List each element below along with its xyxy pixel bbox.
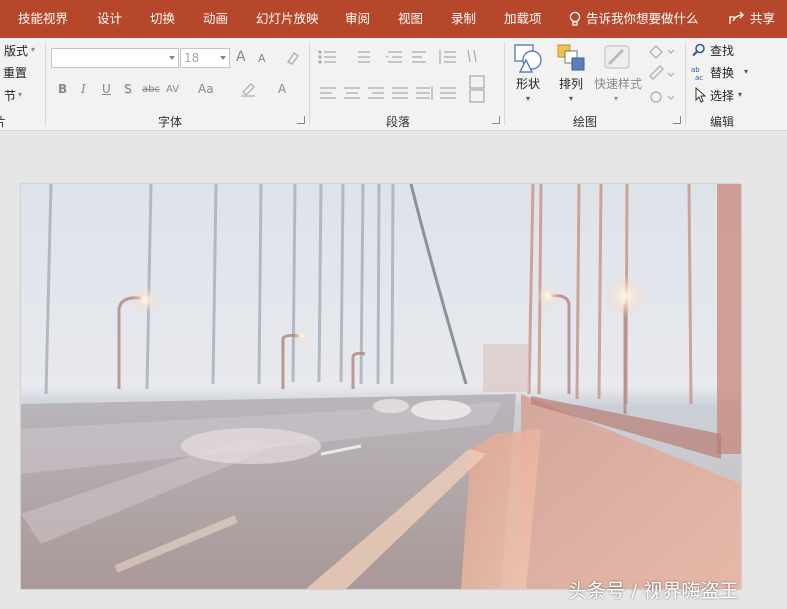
- bold-button[interactable]: B: [58, 82, 67, 96]
- tab-transitions[interactable]: 切换: [150, 11, 175, 27]
- ribbon-tab-bar: 技能视界 设计 切换 动画 幻灯片放映 审阅 视图 录制 加载项 告诉我你想要做…: [0, 0, 787, 38]
- chevron-down-icon: ▾: [738, 90, 743, 99]
- chevron-down-icon: [169, 56, 175, 60]
- tab-record[interactable]: 录制: [451, 11, 476, 27]
- replace-icon: ab ac: [691, 66, 703, 81]
- find-icon: [692, 43, 705, 57]
- shapes-icon: [514, 44, 542, 73]
- drawing-dialog-launcher[interactable]: [673, 116, 681, 124]
- font-size-value: 18: [184, 51, 200, 65]
- drawing-group-label: 绘图: [573, 115, 598, 129]
- chevron-down-icon: ▾: [18, 90, 23, 99]
- paragraph-tools-icon[interactable]: [318, 48, 498, 108]
- find-button[interactable]: 查找: [710, 44, 734, 58]
- tab-animations[interactable]: 动画: [203, 11, 228, 27]
- font-group-label: 字体: [158, 115, 183, 129]
- bridge-photo-image: [21, 184, 741, 589]
- chevron-down-icon: ▾: [744, 67, 749, 76]
- shapes-label: 形状: [516, 77, 541, 91]
- tab-addins[interactable]: 加载项: [504, 11, 542, 27]
- svg-text:ac: ac: [695, 74, 703, 81]
- quick-styles-label: 快速样式: [594, 77, 643, 91]
- share-icon: [729, 11, 744, 24]
- char-spacing-button[interactable]: AV: [166, 83, 179, 97]
- watermark-text: 头条号 / 视界嗨盗王: [568, 580, 739, 602]
- chevron-down-icon: ▾: [569, 94, 574, 103]
- group-divider: [504, 42, 505, 126]
- grow-font-icon[interactable]: A: [236, 50, 246, 64]
- svg-text:ab: ab: [691, 66, 700, 74]
- layout-button[interactable]: 版式: [4, 44, 28, 58]
- select-icon: [695, 87, 706, 103]
- tab-review[interactable]: 审阅: [345, 11, 370, 27]
- tell-me-text: 告诉我你想要做什么: [586, 11, 699, 26]
- font-dialog-launcher[interactable]: [297, 116, 305, 124]
- select-button[interactable]: 选择: [710, 89, 734, 103]
- slide-canvas[interactable]: [21, 184, 741, 589]
- font-name-combo[interactable]: [51, 48, 179, 68]
- underline-button[interactable]: U: [102, 82, 111, 96]
- shape-fill-outline-effects-icon[interactable]: [646, 42, 680, 104]
- font-color-button[interactable]: A: [278, 82, 286, 96]
- tab-design[interactable]: 设计: [97, 11, 122, 27]
- ribbon: 版式 ▾ 重置 节 ▾ 片 18 A A B I U S abc AV Aa A…: [0, 38, 787, 131]
- tab-view[interactable]: 视图: [398, 11, 423, 27]
- italic-button[interactable]: I: [81, 82, 86, 96]
- highlight-icon[interactable]: [239, 81, 261, 97]
- chevron-down-icon: [220, 56, 226, 60]
- quick-styles-icon: [604, 45, 630, 69]
- strikethrough-button[interactable]: abc: [142, 83, 160, 97]
- arrange-label: 排列: [559, 77, 584, 91]
- group-divider: [45, 42, 46, 126]
- reset-button[interactable]: 重置: [3, 66, 27, 80]
- chevron-down-icon: ▾: [31, 45, 36, 54]
- paragraph-dialog-launcher[interactable]: [492, 116, 500, 124]
- chevron-down-icon: ▾: [614, 94, 619, 103]
- tab-skill-vision[interactable]: 技能视界: [18, 11, 68, 27]
- group-divider: [309, 42, 310, 126]
- lightbulb-icon: [569, 11, 581, 26]
- paragraph-group-label: 段落: [386, 115, 411, 129]
- text-shadow-button[interactable]: S: [124, 82, 132, 96]
- arrange-icon: [557, 44, 585, 71]
- slide-workspace: [0, 131, 787, 609]
- tab-slideshow[interactable]: 幻灯片放映: [256, 11, 319, 27]
- slides-group-label: 片: [0, 115, 7, 129]
- change-case-button[interactable]: Aa: [198, 82, 214, 96]
- section-button[interactable]: 节: [4, 89, 16, 103]
- group-divider: [685, 42, 686, 126]
- chevron-down-icon: ▾: [526, 94, 531, 103]
- share-label: 共享: [750, 11, 776, 26]
- replace-button[interactable]: 替换: [710, 66, 734, 80]
- clear-formatting-icon[interactable]: [284, 50, 302, 66]
- font-size-combo[interactable]: 18: [180, 48, 230, 68]
- editing-group-label: 编辑: [710, 115, 735, 129]
- shrink-font-icon[interactable]: A: [258, 52, 266, 66]
